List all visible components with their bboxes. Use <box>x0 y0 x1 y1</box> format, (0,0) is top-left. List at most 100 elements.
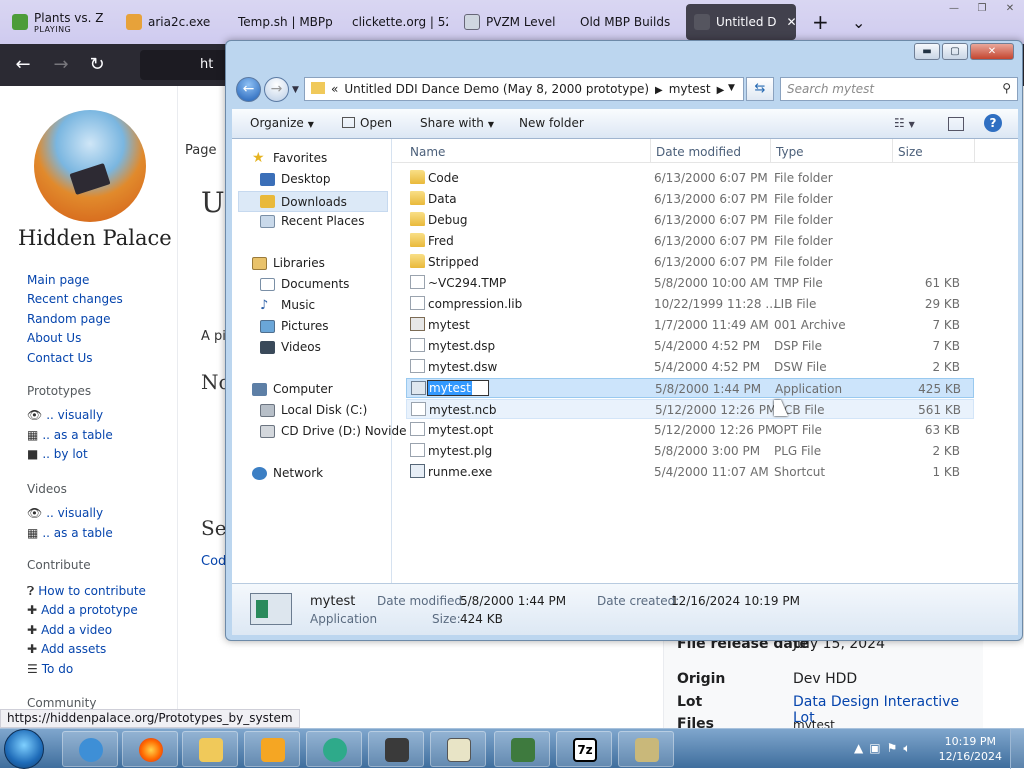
nav-videos[interactable]: Videos <box>260 340 321 354</box>
chevron-right-icon[interactable]: ▶ <box>655 85 663 96</box>
tab-clickette[interactable]: clickette.org | 52 <box>344 4 448 40</box>
prototypes-lot-link[interactable]: .. by lot <box>42 447 87 461</box>
address-dropdown-icon[interactable]: ▼ <box>728 83 735 93</box>
file-row[interactable]: Code 6/13/2000 6:07 PM File folder <box>406 168 974 188</box>
list-all-tabs-button[interactable]: ⌄ <box>844 4 872 40</box>
tab-pvzm-level[interactable]: PVZM Level <box>456 4 560 40</box>
nav-favorites[interactable]: ★ Favorites <box>252 151 327 166</box>
site-name[interactable]: Hidden Palace <box>18 226 172 250</box>
file-row[interactable]: mytest.dsp 5/4/2000 4:52 PM DSP File 7 KB <box>406 336 974 356</box>
prototypes-table-link[interactable]: .. as a table <box>42 428 112 442</box>
rename-input[interactable]: mytest <box>427 380 489 396</box>
editor-icon[interactable] <box>430 731 486 767</box>
tab-temp-sh[interactable]: Temp.sh | MBPp <box>230 4 334 40</box>
page-tab[interactable]: Page <box>185 143 216 158</box>
nav-local-disk[interactable]: Local Disk (C:) <box>260 403 367 417</box>
clock[interactable]: 10:19 PM 12/16/2024 <box>939 734 1002 764</box>
forward-button[interactable]: → <box>264 77 289 102</box>
file-row[interactable]: Debug 6/13/2000 6:07 PM File folder <box>406 210 974 230</box>
chevron-up-icon[interactable]: ▲ <box>854 741 869 755</box>
firefox-icon[interactable] <box>122 731 178 767</box>
address-bar[interactable]: « Untitled DDI Dance Demo (May 8, 2000 pr… <box>304 77 744 101</box>
file-row[interactable]: mytest 1/7/2000 11:49 AM 001 Archive 7 KB <box>406 315 974 335</box>
site-logo[interactable] <box>34 110 146 222</box>
start-button[interactable] <box>4 729 44 769</box>
file-row[interactable]: Fred 6/13/2000 6:07 PM File folder <box>406 231 974 251</box>
videos-visually-link[interactable]: .. visually <box>46 506 103 520</box>
column-type[interactable]: Type <box>776 145 804 159</box>
breadcrumb-current[interactable]: mytest <box>669 82 711 96</box>
nav-desktop[interactable]: Desktop <box>260 172 331 186</box>
nav-contact-us[interactable]: Contact Us <box>27 351 93 365</box>
column-name[interactable]: Name <box>410 145 445 159</box>
videos-table-link[interactable]: .. as a table <box>42 526 112 540</box>
show-desktop-button[interactable] <box>1010 729 1024 769</box>
new-folder-button[interactable]: New folder <box>519 116 584 130</box>
share-with-button[interactable]: Share with ▼ <box>420 116 494 130</box>
breadcrumb-overflow[interactable]: « <box>331 82 338 96</box>
column-date-modified[interactable]: Date modified <box>656 145 741 159</box>
file-row[interactable]: mytest.opt 5/12/2000 12:26 PM OPT File 63 K… <box>406 420 974 440</box>
add-assets-link[interactable]: Add assets <box>41 642 106 656</box>
column-divider[interactable] <box>892 139 893 163</box>
close-icon[interactable]: ✕ <box>970 43 1014 60</box>
add-prototype-link[interactable]: Add a prototype <box>41 603 138 617</box>
network-tool-icon[interactable] <box>494 731 550 767</box>
how-to-contribute-link[interactable]: How to contribute <box>38 584 146 598</box>
file-row[interactable]: Stripped 6/13/2000 6:07 PM File folder <box>406 252 974 272</box>
maximize-icon[interactable]: ❐ <box>968 0 996 18</box>
nav-libraries[interactable]: Libraries <box>252 256 325 270</box>
back-arrow-icon[interactable]: ← <box>12 54 34 76</box>
search-icon[interactable]: ⚲ <box>1002 81 1011 95</box>
minimize-icon[interactable]: ▬ <box>914 43 940 60</box>
installer-icon[interactable] <box>618 731 674 767</box>
file-row[interactable]: mytest 5/8/2000 1:44 PM Application 425 KB <box>406 378 974 398</box>
back-button[interactable]: ← <box>236 77 261 102</box>
code-link[interactable]: Cod <box>201 554 226 569</box>
nav-network[interactable]: Network <box>252 466 323 480</box>
forward-arrow-icon[interactable]: → <box>50 54 72 76</box>
file-row[interactable]: runme.exe 5/4/2000 11:07 AM Shortcut 1 KB <box>406 462 974 482</box>
microphone-icon[interactable] <box>368 731 424 767</box>
search-input[interactable]: Search mytest ⚲ <box>780 77 1018 101</box>
volume-icon[interactable]: 🔈︎ <box>903 741 916 755</box>
organize-button[interactable]: Organize ▼ <box>250 116 314 130</box>
chevron-right-icon[interactable]: ▶ <box>717 85 725 96</box>
tray-icons[interactable]: ▲▣⚑🔈︎ <box>854 741 917 756</box>
maximize-icon[interactable]: ▢ <box>942 43 968 60</box>
column-divider[interactable] <box>650 139 651 163</box>
nav-recent-places[interactable]: Recent Places <box>260 214 364 228</box>
close-tab-icon[interactable]: ✕ <box>787 15 796 29</box>
column-divider[interactable] <box>770 139 771 163</box>
reload-icon[interactable]: ↻ <box>86 54 108 76</box>
app-icon[interactable] <box>306 731 362 767</box>
file-row[interactable]: compression.lib 10/22/1999 11:28 ... LIB F… <box>406 294 974 314</box>
file-row[interactable]: Data 6/13/2000 6:07 PM File folder <box>406 189 974 209</box>
to-do-link[interactable]: To do <box>42 662 73 676</box>
close-icon[interactable]: ✕ <box>996 0 1024 18</box>
file-row[interactable]: mytest.plg 5/8/2000 3:00 PM PLG File 2 KB <box>406 441 974 461</box>
nav-recent-changes[interactable]: Recent changes <box>27 292 123 306</box>
view-options-icon[interactable]: ☷ ▼ <box>894 116 915 130</box>
nav-about-us[interactable]: About Us <box>27 331 81 345</box>
nav-cd-drive[interactable]: CD Drive (D:) Novide <box>260 424 406 438</box>
nav-pictures[interactable]: Pictures <box>260 319 329 333</box>
media-player-icon[interactable] <box>244 731 300 767</box>
flag-icon[interactable]: ⚑ <box>887 741 904 755</box>
nav-computer[interactable]: Computer <box>252 382 333 396</box>
column-size[interactable]: Size <box>898 145 923 159</box>
nav-random-page[interactable]: Random page <box>27 312 110 326</box>
nav-music[interactable]: ♪ Music <box>260 298 315 312</box>
column-divider[interactable] <box>974 139 975 163</box>
tab-old-mbp-builds[interactable]: Old MBP Builds <box>572 4 676 40</box>
refresh-icon[interactable]: ⇆ <box>746 77 774 101</box>
add-video-link[interactable]: Add a video <box>41 623 112 637</box>
file-row[interactable]: mytest.dsw 5/4/2000 4:52 PM DSW File 2 KB <box>406 357 974 377</box>
new-tab-button[interactable]: + <box>804 4 832 40</box>
open-button[interactable]: Open <box>342 116 392 130</box>
nav-main-page[interactable]: Main page <box>27 273 89 287</box>
tab-plants-vs-zombies[interactable]: Plants vs. Zo PLAYING <box>4 4 104 40</box>
prototypes-visually-link[interactable]: .. visually <box>46 408 103 422</box>
ie-icon[interactable] <box>62 731 118 767</box>
recent-pages-dropdown-icon[interactable]: ▼ <box>292 85 299 95</box>
